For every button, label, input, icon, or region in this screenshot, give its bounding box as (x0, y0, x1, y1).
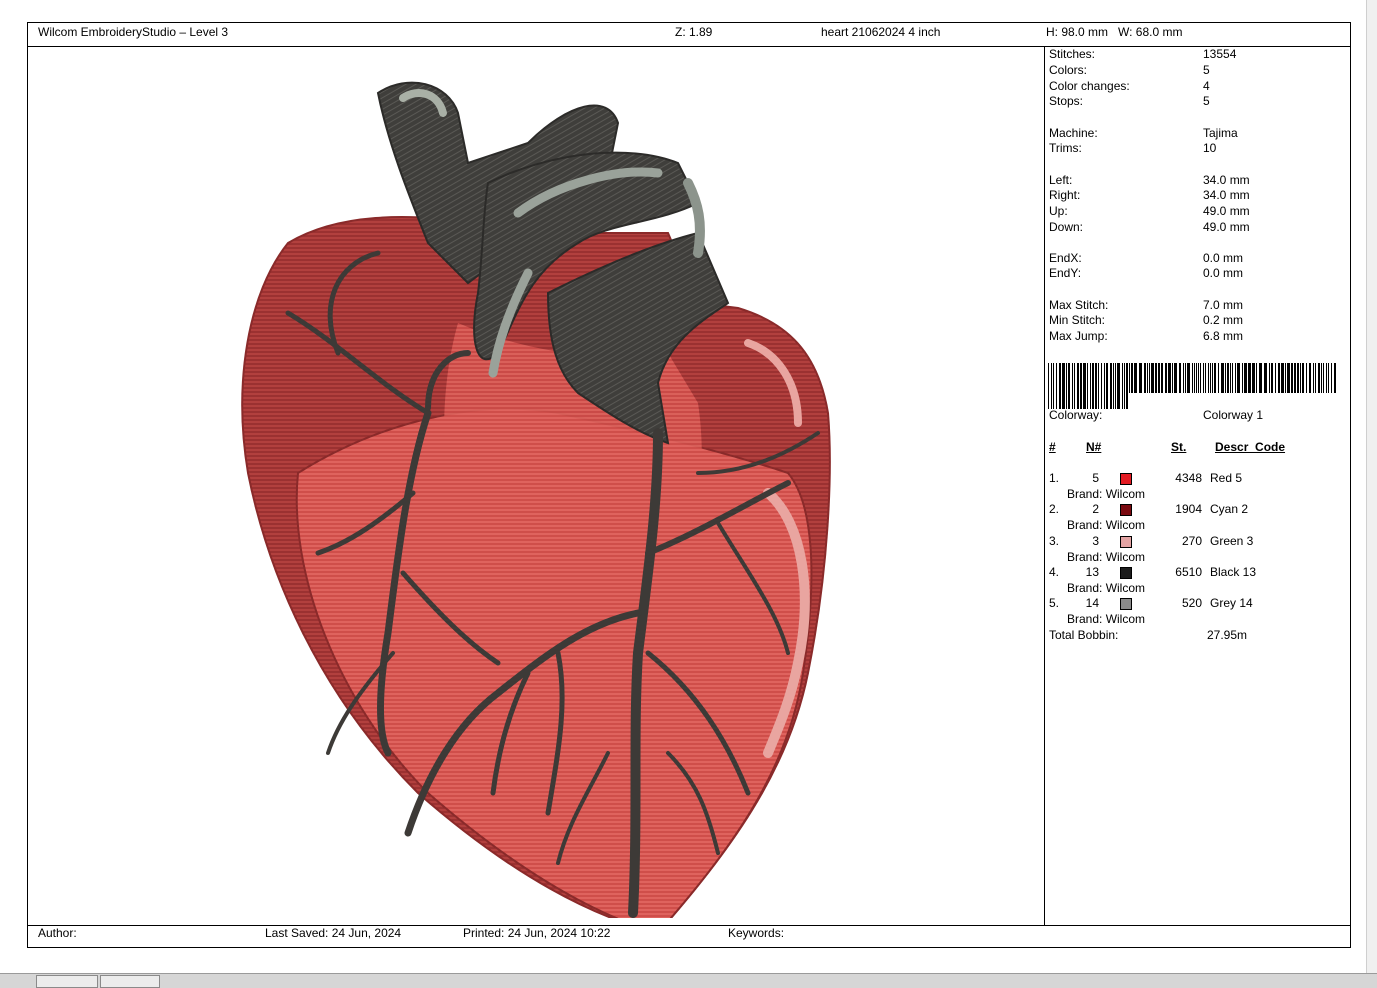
col-header-stitches: St. (1171, 440, 1187, 454)
row-stitch-count: 270 (1181, 534, 1202, 548)
stat-value: 10 (1203, 141, 1217, 155)
row-needle: 13 (1085, 565, 1099, 579)
stat-value: 0.2 mm (1203, 313, 1244, 327)
panel-divider (1044, 47, 1045, 925)
row-needle: 2 (1092, 502, 1099, 516)
stat-value: 0.0 mm (1203, 251, 1244, 265)
print-preview-sheet: Wilcom EmbroideryStudio – Level 3 Z: 1.8… (27, 22, 1351, 948)
status-strip (0, 973, 1377, 988)
colorway-value: Colorway 1 (1203, 408, 1264, 422)
stat-label: Right: (1049, 188, 1081, 202)
row-description: Cyan 2 (1210, 502, 1249, 516)
stat-label: Color changes: (1049, 79, 1130, 93)
thread-color-swatch (1120, 504, 1132, 516)
row-description: Red 5 (1210, 471, 1243, 485)
stat-label: EndX: (1049, 251, 1082, 265)
row-number: 1. (1049, 471, 1060, 485)
stat-label: Min Stitch: (1049, 313, 1106, 327)
row-stitch-count: 6510 (1175, 565, 1202, 579)
row-number: 3. (1049, 534, 1060, 548)
colorway-label: Colorway: (1049, 408, 1103, 422)
row-description: Grey 14 (1210, 596, 1253, 610)
col-header-descr-code: Descr Code (1215, 440, 1286, 454)
row-brand: Brand: Wilcom (1067, 487, 1146, 501)
stat-label: Max Stitch: (1049, 298, 1109, 312)
zoom-level: Z: 1.89 (675, 25, 713, 39)
stat-value: 49.0 mm (1203, 204, 1250, 218)
thread-color-swatch (1120, 598, 1132, 610)
row-stitch-count: 4348 (1175, 471, 1202, 485)
row-number: 4. (1049, 565, 1060, 579)
thread-color-swatch (1120, 536, 1132, 548)
row-stitch-count: 1904 (1175, 502, 1202, 516)
thread-color-swatch (1120, 567, 1132, 579)
header-divider (28, 46, 1350, 47)
app-title: Wilcom EmbroideryStudio – Level 3 (38, 25, 229, 39)
col-header-needle: N# (1086, 440, 1102, 454)
stat-value: 49.0 mm (1203, 220, 1250, 234)
row-stitch-count: 520 (1181, 596, 1202, 610)
stat-label: Machine: (1049, 126, 1098, 140)
row-brand: Brand: Wilcom (1067, 550, 1146, 564)
stat-value: 34.0 mm (1203, 173, 1250, 187)
total-bobbin-value: 27.95m (1207, 628, 1248, 642)
stat-label: Down: (1049, 220, 1084, 234)
row-number: 2. (1049, 502, 1060, 516)
stat-value: 5 (1203, 94, 1210, 108)
row-brand: Brand: Wilcom (1067, 581, 1146, 595)
design-name: heart 21062024 4 inch (821, 25, 941, 39)
stat-label: Max Jump: (1049, 329, 1108, 343)
stat-value: 0.0 mm (1203, 266, 1244, 280)
col-header-num: # (1049, 440, 1056, 454)
row-needle: 5 (1092, 471, 1099, 485)
stat-value: 13554 (1203, 47, 1237, 61)
row-needle: 3 (1092, 534, 1099, 548)
thread-color-swatch (1120, 473, 1132, 485)
stat-value: 34.0 mm (1203, 188, 1250, 202)
design-size: H: 98.0 mm W: 68.0 mm (1046, 25, 1183, 39)
embroidery-design-preview (241, 81, 831, 918)
stat-value: Tajima (1203, 126, 1238, 140)
keywords-label: Keywords: (728, 926, 785, 940)
stat-label: Up: (1049, 204, 1068, 218)
stat-label: Left: (1049, 173, 1073, 187)
stat-label: EndY: (1049, 266, 1082, 280)
row-number: 5. (1049, 596, 1060, 610)
printed-date: Printed: 24 Jun, 2024 10:22 (463, 926, 611, 940)
row-brand: Brand: Wilcom (1067, 612, 1146, 626)
row-description: Green 3 (1210, 534, 1254, 548)
stat-value: 6.8 mm (1203, 329, 1244, 343)
stat-value: 7.0 mm (1203, 298, 1244, 312)
stat-value: 4 (1203, 79, 1210, 93)
page-tab-1[interactable] (36, 975, 98, 988)
stat-label: Stops: (1049, 94, 1084, 108)
row-description: Black 13 (1210, 565, 1257, 579)
row-needle: 14 (1085, 596, 1099, 610)
total-bobbin-label: Total Bobbin: (1049, 628, 1119, 642)
stat-label: Stitches: (1049, 47, 1096, 61)
last-saved: Last Saved: 24 Jun, 2024 (265, 926, 402, 940)
barcode (1048, 363, 1336, 409)
footer-divider (28, 925, 1350, 926)
stat-label: Trims: (1049, 141, 1082, 155)
window-scrollbar[interactable] (1366, 0, 1377, 973)
author-label: Author: (38, 926, 77, 940)
page-tab-2[interactable] (100, 975, 160, 988)
row-brand: Brand: Wilcom (1067, 518, 1146, 532)
stat-value: 5 (1203, 63, 1210, 77)
stat-label: Colors: (1049, 63, 1088, 77)
